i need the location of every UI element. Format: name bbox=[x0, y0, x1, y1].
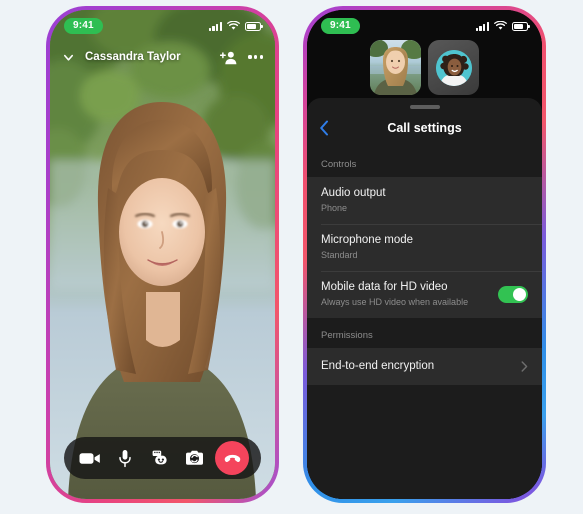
cellular-bars-icon bbox=[208, 21, 222, 31]
wifi-icon bbox=[494, 21, 507, 30]
row-texts: Audio output Phone bbox=[321, 186, 528, 215]
page-title: Call settings bbox=[387, 120, 462, 135]
hd-video-toggle[interactable] bbox=[498, 285, 528, 303]
call-header: Cassandra Taylor bbox=[50, 42, 275, 72]
sheet-bottom-spacer bbox=[307, 385, 542, 408]
call-settings-sheet: Call settings Controls Audio output Phon… bbox=[307, 98, 542, 499]
chevron-down-icon[interactable] bbox=[62, 51, 75, 64]
participant-video-thumbnail[interactable] bbox=[370, 40, 421, 95]
left-phone-screen: 9:41 Cassandra Taylor bbox=[50, 10, 275, 499]
section-header-controls: Controls bbox=[307, 146, 542, 177]
participant-avatar-thumbnail[interactable] bbox=[428, 40, 479, 95]
right-phone-screen: 9:41 Call settings Controls Audio output… bbox=[307, 10, 542, 499]
call-video-feed bbox=[50, 10, 275, 499]
caller-name: Cassandra Taylor bbox=[85, 51, 181, 63]
row-title: Microphone mode bbox=[321, 233, 414, 246]
call-control-bar bbox=[64, 437, 261, 479]
setting-row-mobile-data-hd-video[interactable]: Mobile data for HD video Always use HD v… bbox=[307, 270, 542, 318]
add-person-icon[interactable] bbox=[220, 50, 237, 65]
row-texts: Mobile data for HD video Always use HD v… bbox=[321, 280, 498, 309]
more-options-icon[interactable] bbox=[248, 55, 263, 59]
screenshot-stage: 9:41 Cassandra Taylor 9:41 Call settings… bbox=[0, 0, 583, 514]
setting-row-audio-output[interactable]: Audio output Phone bbox=[307, 177, 542, 224]
avatar-artwork bbox=[435, 50, 472, 87]
status-icons bbox=[208, 21, 263, 31]
wifi-icon bbox=[227, 21, 240, 30]
permissions-rows: End-to-end encryption bbox=[307, 347, 542, 386]
row-texts: Microphone mode Standard bbox=[321, 233, 528, 262]
row-subtitle: Standard bbox=[321, 250, 358, 261]
right-status-bar: 9:41 bbox=[307, 10, 542, 42]
status-time: 9:41 bbox=[64, 18, 103, 34]
row-title: End-to-end encryption bbox=[321, 359, 435, 372]
row-subtitle: Always use HD video when available bbox=[321, 297, 469, 308]
left-status-bar: 9:41 bbox=[50, 10, 275, 42]
call-header-actions bbox=[220, 50, 263, 65]
row-texts: End-to-end encryption bbox=[321, 359, 521, 375]
flip-camera-icon[interactable] bbox=[180, 444, 208, 472]
battery-icon bbox=[245, 21, 263, 31]
row-title: Audio output bbox=[321, 186, 386, 199]
setting-row-microphone-mode[interactable]: Microphone mode Standard bbox=[307, 223, 542, 271]
phone-right-call-settings: 9:41 Call settings Controls Audio output… bbox=[303, 6, 546, 503]
back-chevron-icon[interactable] bbox=[319, 120, 330, 136]
cellular-bars-icon bbox=[475, 21, 489, 31]
phone-left-video-call: 9:41 Cassandra Taylor bbox=[46, 6, 279, 503]
video-feed-artwork bbox=[50, 10, 275, 499]
status-icons bbox=[475, 21, 530, 31]
thumbnail-video-artwork bbox=[370, 40, 421, 95]
participant-thumbnails bbox=[307, 40, 542, 96]
status-time: 9:41 bbox=[321, 18, 360, 34]
battery-icon bbox=[512, 21, 530, 31]
controls-rows: Audio output Phone Microphone mode Stand… bbox=[307, 176, 542, 318]
setting-row-end-to-end-encryption[interactable]: End-to-end encryption bbox=[307, 348, 542, 386]
end-call-icon[interactable] bbox=[215, 441, 249, 475]
chevron-right-icon bbox=[521, 361, 528, 372]
effects-sticker-icon[interactable] bbox=[146, 444, 174, 472]
row-subtitle: Phone bbox=[321, 203, 348, 214]
avatar bbox=[435, 50, 472, 87]
section-header-permissions: Permissions bbox=[307, 317, 542, 348]
microphone-icon[interactable] bbox=[111, 444, 139, 472]
row-title: Mobile data for HD video bbox=[321, 280, 448, 293]
sheet-header: Call settings bbox=[307, 109, 542, 147]
video-camera-icon[interactable] bbox=[76, 444, 104, 472]
